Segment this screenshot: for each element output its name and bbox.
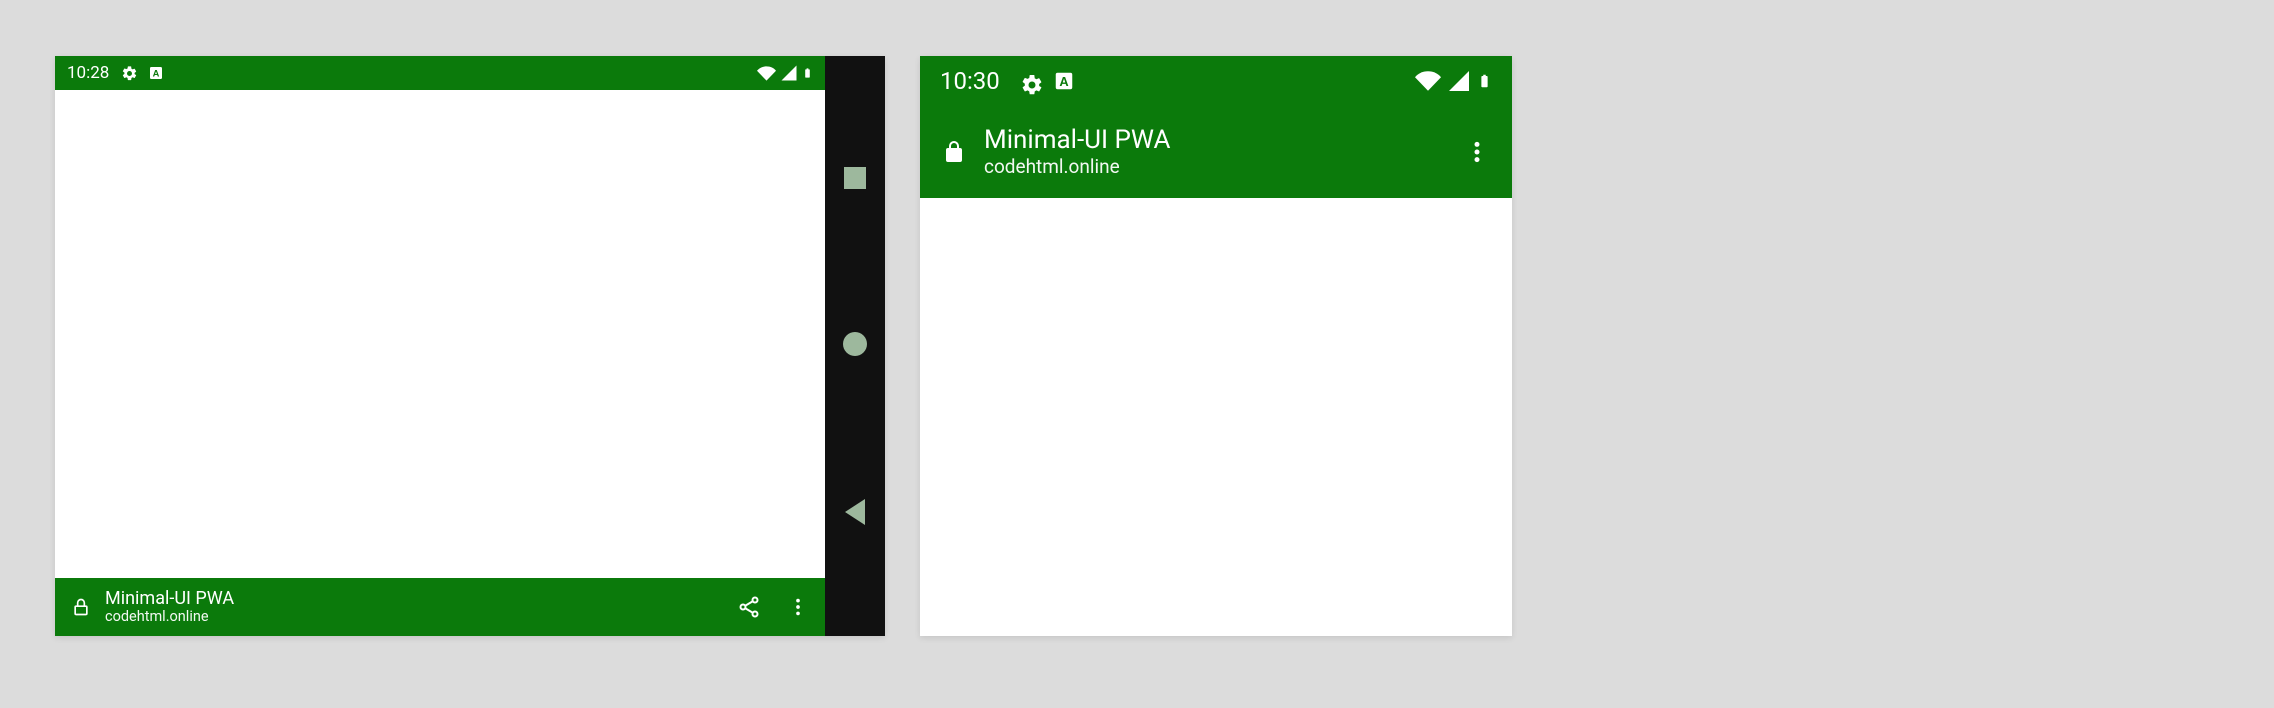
battery-icon xyxy=(1477,68,1492,94)
app-title: Minimal-UI PWA xyxy=(984,125,1170,156)
svg-text:A: A xyxy=(1059,74,1068,89)
webview-content[interactable] xyxy=(55,90,825,578)
device-portrait: 10:30 A Minimal-UI PWA xyxy=(920,56,1512,636)
clock-label: 10:28 xyxy=(67,63,109,83)
badge-a-icon: A xyxy=(148,65,164,81)
app-origin: codehtml.online xyxy=(984,156,1170,179)
signal-icon xyxy=(1447,69,1471,93)
share-icon[interactable] xyxy=(737,595,761,619)
app-bar-bottom: Minimal-UI PWA codehtml.online xyxy=(55,578,825,636)
gear-icon xyxy=(121,65,138,82)
battery-icon xyxy=(802,64,813,82)
status-bar: 10:28 A xyxy=(55,56,825,90)
recent-apps-button[interactable] xyxy=(844,167,866,189)
device-landscape: 10:28 A xyxy=(55,56,885,636)
home-button[interactable] xyxy=(843,332,867,356)
app-origin: codehtml.online xyxy=(105,609,234,625)
status-bar: 10:30 A xyxy=(920,56,1512,106)
wifi-icon xyxy=(757,64,776,83)
svg-text:A: A xyxy=(153,68,160,78)
clock-label: 10:30 xyxy=(940,67,1000,95)
webview-content[interactable] xyxy=(920,198,1512,636)
app-bar-top: Minimal-UI PWA codehtml.online xyxy=(920,106,1512,198)
app-title: Minimal-UI PWA xyxy=(105,589,234,610)
signal-icon xyxy=(780,64,798,82)
wifi-icon xyxy=(1415,68,1441,94)
lock-icon xyxy=(942,140,966,164)
system-nav-bar xyxy=(825,56,885,636)
lock-icon xyxy=(71,597,91,617)
badge-a-icon: A xyxy=(1053,70,1075,92)
screen-area: 10:28 A xyxy=(55,56,825,636)
back-button[interactable] xyxy=(845,499,865,525)
gear-icon xyxy=(1020,73,1037,90)
more-vert-icon[interactable] xyxy=(787,596,809,618)
more-vert-icon[interactable] xyxy=(1464,139,1490,165)
